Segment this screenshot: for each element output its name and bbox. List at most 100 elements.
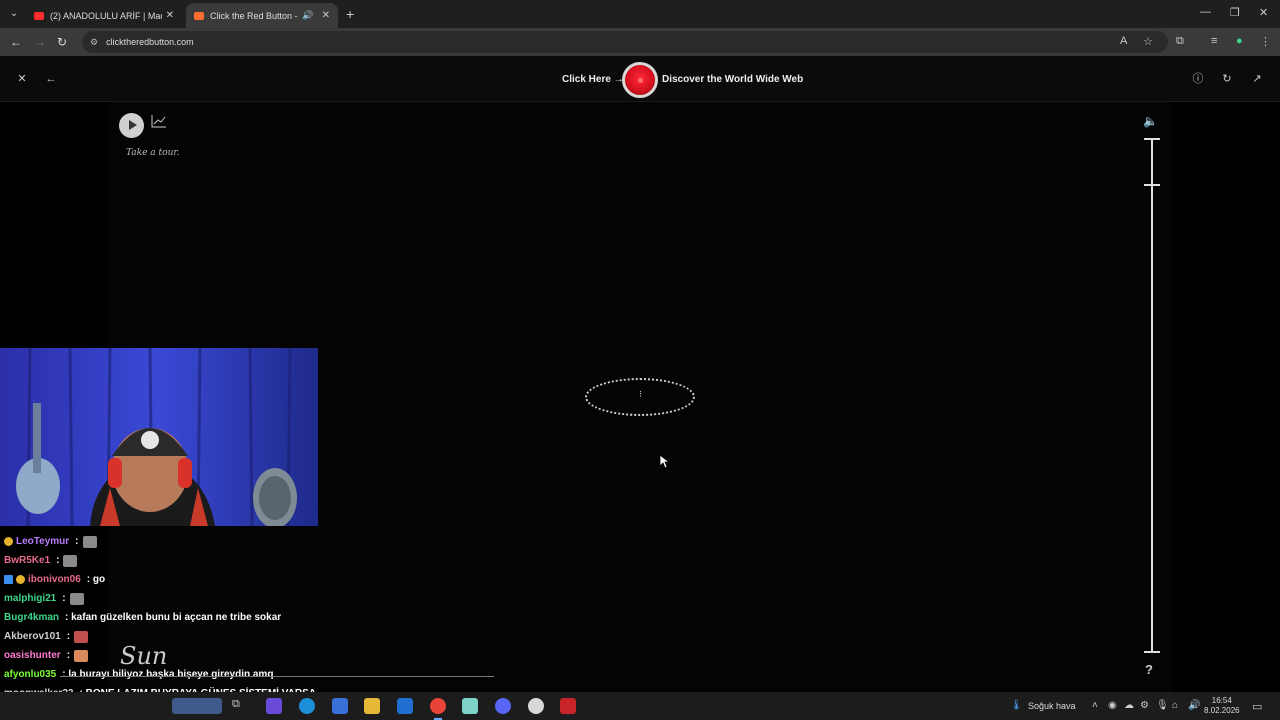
extensions-icon[interactable]: ⧉ [1176,35,1184,48]
click-here-label: Click Here → [562,74,624,85]
browser-toolbar: ← → ↻ ⚙ clicktheredbutton.com A ☆ ⧉ ≡ ● … [0,28,1280,56]
taskbar-clock[interactable]: 16:54 8.02.2026 [1204,696,1240,716]
network-icon[interactable]: ⌂ [1172,700,1178,711]
play-tour-button[interactable] [119,113,144,138]
chat-message: BwR5Ke1 : [4,551,504,570]
chat-emote-icon [69,592,84,605]
overlay-sun-label: Sun [120,642,168,670]
chat-badge-icon [16,575,25,584]
copilot-icon[interactable] [266,698,282,714]
tab-search-chevron-icon[interactable]: ⌄ [6,6,22,22]
obs-icon[interactable] [528,698,544,714]
chat-message: afyonlu035 : la burayı biliyoz başka biş… [4,665,504,684]
close-tab-icon[interactable]: ✕ [322,10,330,21]
tab-title: Click the Red Button - Disco [210,10,298,21]
onedrive-tray-icon[interactable]: ☁ [1124,700,1134,711]
zoom-slider-handle[interactable] [1144,184,1160,186]
stream-chat: LeoTeymur : BwR5Ke1 : ibonivon06 : go ma… [4,532,504,715]
weather-text[interactable]: Soğuk hava [1028,701,1076,711]
chat-text: : kafan güzelken bunu bi açcan ne tribe … [65,612,282,623]
site-favicon-icon [194,11,204,20]
forward-arrow-icon[interactable]: → [34,35,46,49]
chat-message: oasishunter : [4,646,504,665]
chat-text: : [75,536,79,547]
microphone-icon[interactable]: 🎙 [1156,700,1169,711]
chat-username: oasishunter [4,650,61,661]
minimize-window-icon[interactable]: — [1200,6,1211,18]
chat-username: afyonlu035 [4,669,57,680]
chat-text: : [66,631,71,642]
close-window-icon[interactable]: ✕ [1259,6,1268,19]
file-explorer-icon[interactable] [364,698,380,714]
youtube-favicon-icon [34,11,44,20]
chat-message: Bugr4kman : kafan güzelken bunu bi açcan… [4,608,504,627]
chat-emote-icon [63,554,78,567]
tab-title: (2) ANADOLULU ARİF | Madara [50,10,162,21]
help-button[interactable]: ? [1145,662,1153,677]
open-external-icon[interactable]: ↗ [1247,69,1267,89]
back-arrow-icon[interactable]: ← [10,35,22,49]
address-bar[interactable]: ⚙ clicktheredbutton.com [82,31,1168,53]
chat-text: : la burayı biliyoz başka bişeye gireydi… [62,669,274,680]
red-button[interactable] [622,62,658,98]
outlook-icon[interactable] [397,698,413,714]
new-tab-button[interactable]: + [346,6,354,22]
close-tab-icon[interactable]: ✕ [166,10,174,21]
mouse-cursor-icon [659,454,669,469]
chat-username: ibonivon06 [28,574,81,585]
weather-thermometer-icon[interactable]: 🌡 [1010,700,1023,711]
clock-date: 8.02.2026 [1204,706,1240,715]
chat-emote-icon [74,630,89,643]
tray-chevron-up-icon[interactable]: ˄ [1092,700,1098,711]
chat-emote-icon [82,535,97,548]
site-info-icon[interactable]: ⚙ [90,37,98,48]
menu-kebab-icon[interactable]: ⋮ [1260,35,1271,48]
reading-list-icon[interactable]: ≡ [1211,35,1217,47]
zoom-slider-track[interactable] [1151,138,1153,653]
tab-click-the-red-button[interactable]: Click the Red Button - Disco 🔊 ✕ [186,3,338,28]
chat-text: : [62,593,66,604]
chat-message: ibonivon06 : go [4,570,504,589]
divider [60,676,494,677]
store-icon[interactable] [332,698,348,714]
bookmark-star-icon[interactable]: ☆ [1143,35,1153,48]
discover-label: Discover the World Wide Web [662,74,804,85]
close-icon[interactable]: ✕ [12,69,32,89]
notification-icon[interactable]: ▭ [1252,700,1262,713]
browser-tabstrip: ⌄ (2) ANADOLULU ARİF | Madara ✕ Click th… [0,0,1280,28]
chat-username: BwR5Ke1 [4,555,51,566]
back-arrow-icon[interactable]: ← [41,69,61,89]
chat-username: Akberov101 [4,631,61,642]
notepad-icon[interactable] [462,698,478,714]
info-icon[interactable]: ⓘ [1188,69,1208,89]
reload-icon[interactable]: ↻ [57,35,67,49]
restore-window-icon[interactable]: ❐ [1230,6,1240,19]
take-a-tour-text[interactable]: Take a tour. [126,148,180,158]
chat-text: : [56,555,60,566]
windows-taskbar: ⧉ 🌡 Soğuk hava ˄ ◉ ☁ ⚙ 🎙 ⌂ 🔊 16:54 8.02.… [0,692,1280,720]
refresh-icon[interactable]: ↻ [1217,69,1237,89]
task-view-icon[interactable]: ⧉ [232,698,248,714]
tab-audio-icon[interactable]: 🔊 [302,10,313,21]
chrome-icon[interactable] [430,698,446,720]
edge-icon[interactable] [299,698,315,714]
webcam-overlay [0,348,318,526]
taskbar-widget-thumbnail[interactable] [172,698,222,714]
steam-tray-icon[interactable]: ◉ [1108,700,1117,711]
chart-icon[interactable] [151,114,167,128]
chat-badge-icon [4,537,13,546]
tab-anadolulu-arif[interactable]: (2) ANADOLULU ARİF | Madara ✕ [26,3,182,28]
chat-text: : go [86,574,106,585]
tray-app-icon[interactable]: ⚙ [1140,700,1149,711]
url-text: clicktheredbutton.com [106,37,194,47]
translate-icon[interactable]: A [1120,35,1127,47]
chat-emote-icon [74,649,89,662]
speaker-icon[interactable]: 🔊 [1188,700,1200,711]
chat-username: LeoTeymur [16,536,70,547]
clock-time: 16:54 [1211,696,1232,705]
zoom-slider-bottom-cap [1144,651,1160,653]
profile-icon[interactable]: ● [1236,35,1243,47]
voicemeeter-icon[interactable] [560,698,576,714]
discord-icon[interactable] [495,698,511,714]
volume-icon[interactable]: 🔈 [1143,114,1158,128]
